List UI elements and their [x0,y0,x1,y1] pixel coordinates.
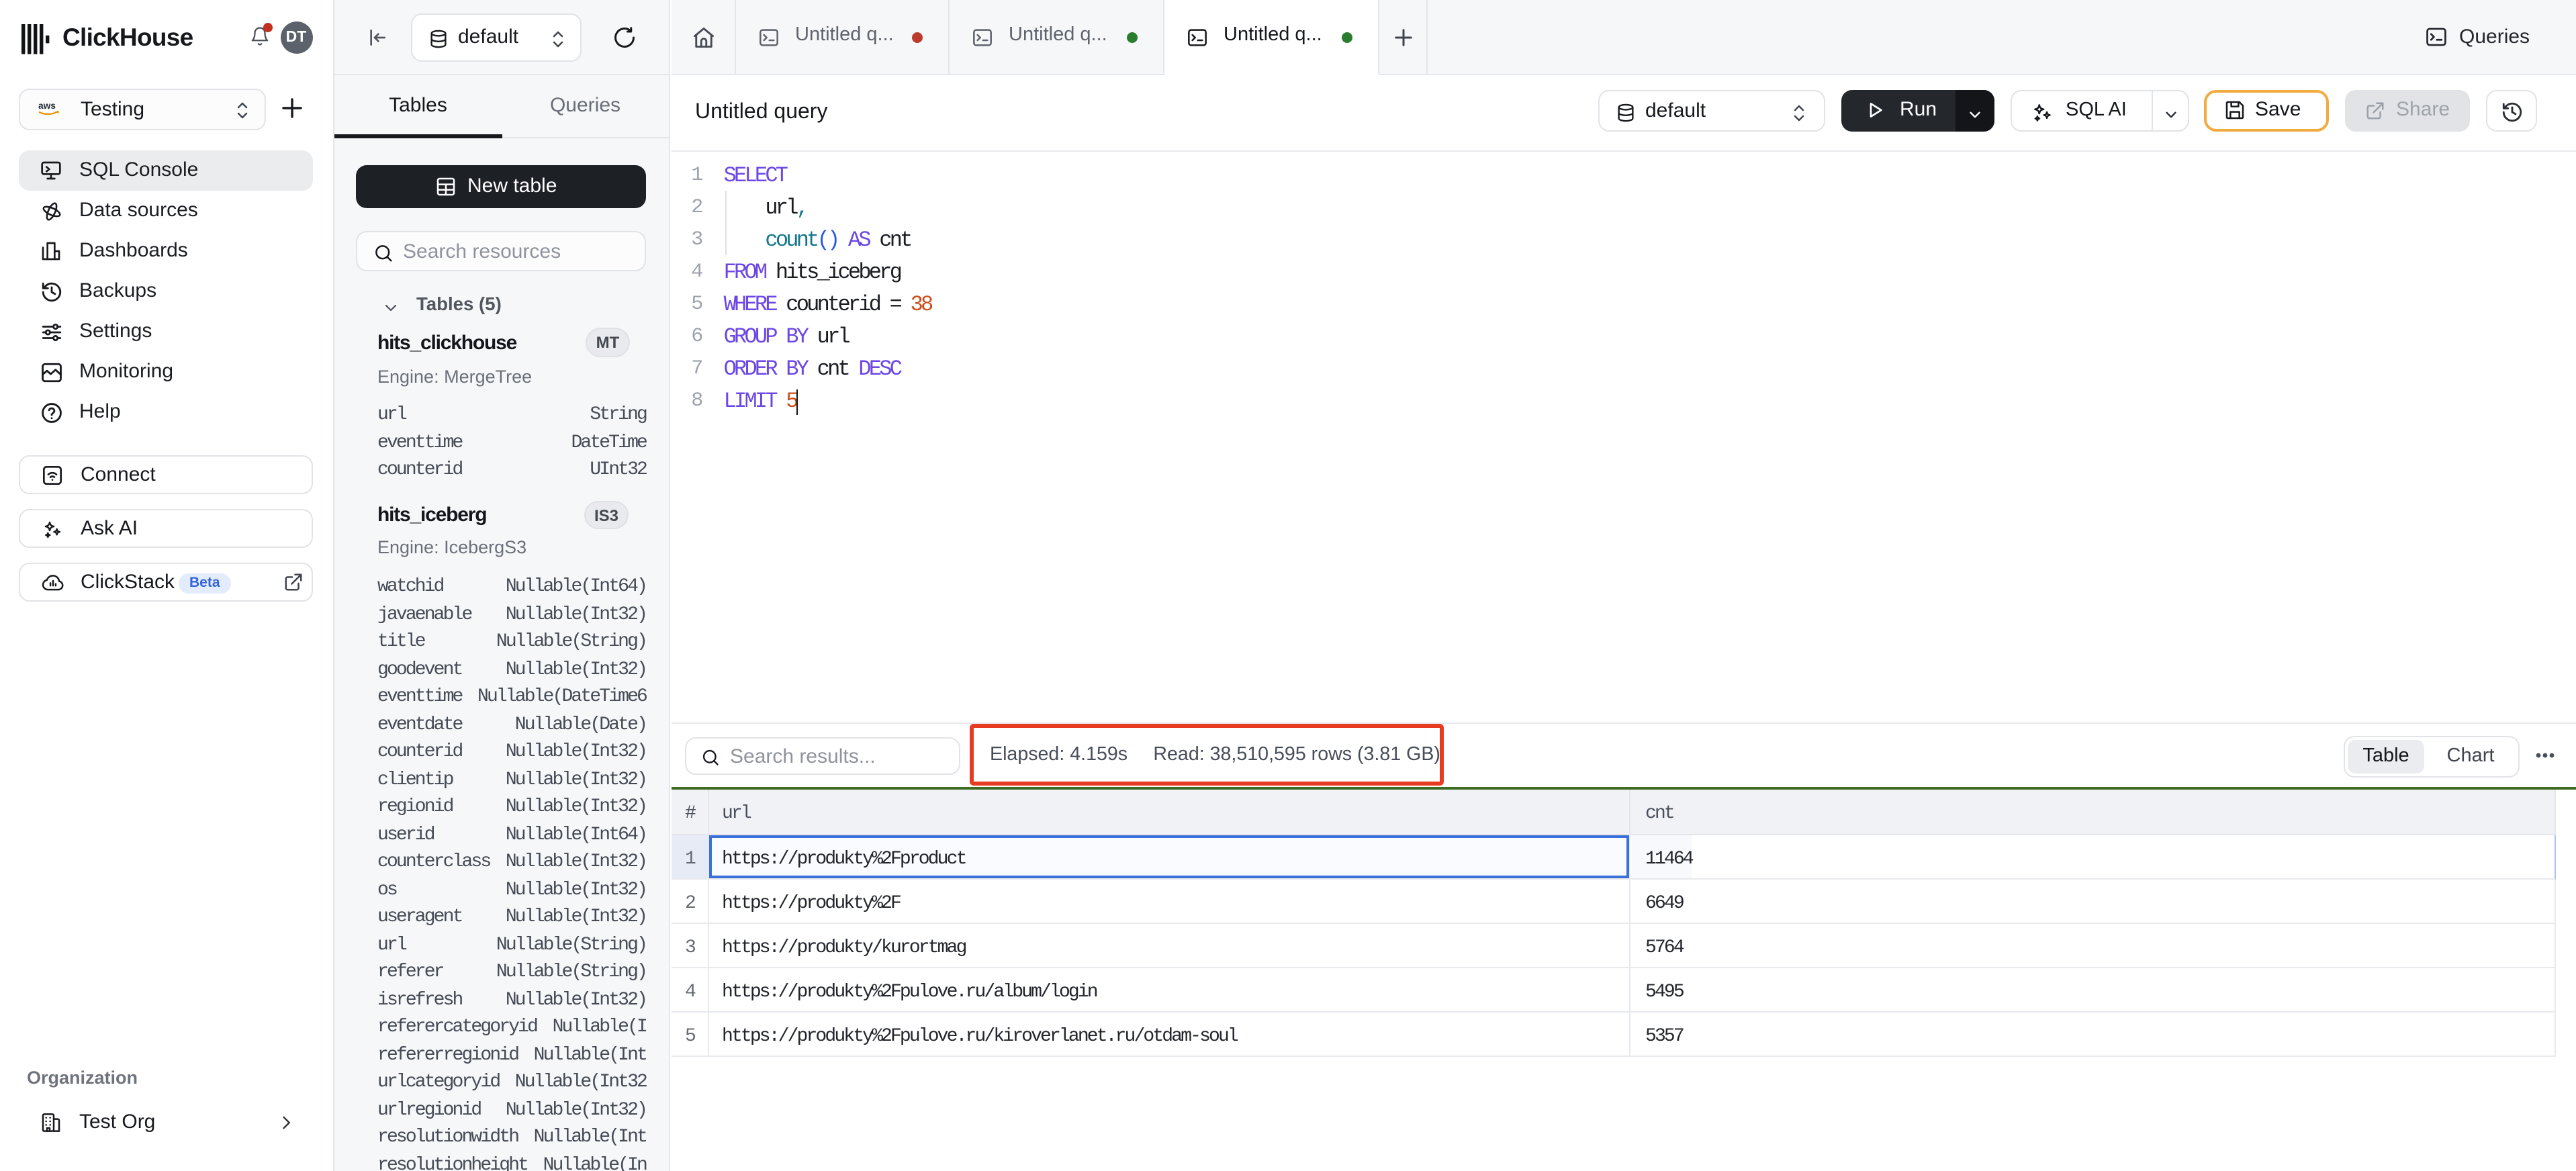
svg-text:aws: aws [38,101,56,111]
